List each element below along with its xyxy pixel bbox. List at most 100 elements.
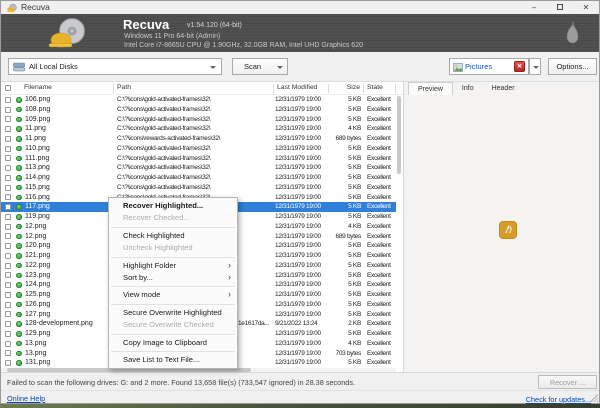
modified-cell: 12/31/1979 19:00 — [275, 183, 321, 193]
table-row[interactable]: 109.pngC:\?\icons\gold-activated-frames\… — [1, 115, 396, 125]
row-checkbox[interactable] — [5, 194, 11, 200]
row-checkbox[interactable] — [5, 136, 11, 142]
row-checkbox[interactable] — [5, 311, 11, 317]
row-checkbox[interactable] — [5, 350, 11, 356]
menu-item-copy-image-to-clipboard[interactable]: Copy Image to Clipboard — [109, 337, 237, 349]
maximize-button[interactable] — [551, 1, 569, 14]
column-resize-handle[interactable] — [113, 84, 114, 93]
menu-item-label: Recover Highlighted... — [123, 201, 203, 210]
drive-selector[interactable]: All Local Disks — [8, 58, 222, 75]
modified-cell: 12/31/1979 19:00 — [275, 271, 321, 281]
column-resize-handle[interactable] — [273, 84, 274, 93]
minimize-button[interactable]: – — [525, 1, 543, 14]
row-checkbox[interactable] — [5, 292, 11, 298]
row-checkbox[interactable] — [5, 165, 11, 171]
table-row[interactable]: 106.pngC:\?\icons\gold-activated-frames\… — [1, 95, 396, 105]
tab-header[interactable]: Header — [483, 82, 524, 95]
clear-filter-button[interactable]: ✕ — [514, 61, 525, 72]
column-header-state[interactable]: State — [367, 84, 383, 91]
options-button[interactable]: Options... — [548, 58, 597, 75]
vertical-scrollbar[interactable] — [397, 96, 401, 174]
menu-item-check-highlighted[interactable]: Check Highlighted — [109, 230, 237, 242]
menu-item-save-list-to-text-file[interactable]: Save List to Text File... — [109, 354, 237, 366]
column-resize-handle[interactable] — [395, 84, 396, 93]
row-checkbox[interactable] — [5, 360, 11, 366]
row-checkbox[interactable] — [5, 175, 11, 181]
column-resize-handle[interactable] — [328, 84, 329, 93]
table-row[interactable]: 110.pngC:\?\icons\gold-activated-frames\… — [1, 144, 396, 154]
size-cell: 5 KB — [315, 329, 361, 339]
column-header-filename[interactable]: Filename — [24, 84, 52, 91]
column-resize-handle[interactable] — [363, 84, 364, 93]
row-checkbox[interactable] — [5, 243, 11, 249]
state-cell: Excellent — [367, 232, 394, 242]
row-checkbox[interactable] — [5, 224, 11, 230]
row-checkbox[interactable] — [5, 116, 11, 122]
titlebar[interactable]: Recuva – ✕ — [1, 1, 599, 14]
row-checkbox[interactable] — [5, 233, 11, 239]
menu-item-view-mode[interactable]: View mode› — [109, 289, 237, 301]
row-checkbox[interactable] — [5, 321, 11, 327]
modified-cell: 12/31/1979 19:00 — [275, 251, 321, 261]
table-row[interactable]: 114.pngC:\?\icons\gold-activated-frames\… — [1, 173, 396, 183]
row-checkbox[interactable] — [5, 272, 11, 278]
filter-dropdown-button[interactable] — [529, 58, 541, 75]
status-dot-icon — [16, 312, 22, 318]
state-cell: Excellent — [367, 124, 394, 134]
modified-cell: 12/31/1979 19:00 — [275, 232, 321, 242]
column-header-path[interactable]: Path — [117, 84, 131, 91]
table-row[interactable]: 113.pngC:\?\icons\gold-activated-frames\… — [1, 163, 396, 173]
column-header-modified[interactable]: Last Modified — [277, 84, 317, 91]
row-checkbox[interactable] — [5, 185, 11, 191]
row-checkbox[interactable] — [5, 341, 11, 347]
modified-cell: 12/31/1979 19:00 — [275, 124, 321, 134]
menu-item-highlight-folder[interactable]: Highlight Folder› — [109, 260, 237, 272]
scan-button[interactable]: Scan — [232, 58, 273, 75]
modified-cell: 12/31/1979 19:00 — [275, 329, 321, 339]
filename-cell: 106.png — [25, 95, 50, 105]
column-header-size[interactable]: Size — [331, 84, 360, 91]
row-checkbox[interactable] — [5, 331, 11, 337]
row-checkbox[interactable] — [5, 253, 11, 259]
filename-cell: 131.png — [25, 358, 50, 368]
online-help-link[interactable]: Online Help — [7, 394, 45, 403]
filetype-filter[interactable]: Pictures ✕ — [449, 58, 529, 75]
close-button[interactable]: ✕ — [577, 1, 595, 14]
table-row[interactable]: 108.pngC:\?\icons\gold-activated-frames\… — [1, 105, 396, 115]
check-updates-link[interactable]: Check for updates... — [526, 395, 591, 404]
row-checkbox[interactable] — [5, 107, 11, 113]
state-cell: Excellent — [367, 173, 394, 183]
toolbar: All Local Disks Scan Pictures ✕ Options.… — [1, 52, 599, 82]
recover-button[interactable]: Recover ... — [538, 375, 597, 389]
row-checkbox[interactable] — [5, 263, 11, 269]
row-checkbox[interactable] — [5, 97, 11, 103]
tab-info[interactable]: Info — [453, 82, 483, 95]
menu-item-sort-by[interactable]: Sort by...› — [109, 272, 237, 284]
size-cell: 5 KB — [315, 271, 361, 281]
scan-dropdown-button[interactable] — [272, 58, 288, 75]
table-row[interactable]: 11.pngC:\?\icons\gold-activated-frames\3… — [1, 124, 396, 134]
row-checkbox[interactable] — [5, 146, 11, 152]
table-row[interactable]: 11.pngC:\?\icons\rewards-activated-frame… — [1, 134, 396, 144]
table-row[interactable]: 111.pngC:\?\icons\gold-activated-frames\… — [1, 154, 396, 164]
table-row[interactable]: 115.pngC:\?\icons\gold-activated-frames\… — [1, 183, 396, 193]
row-checkbox[interactable] — [5, 126, 11, 132]
row-checkbox[interactable] — [5, 155, 11, 161]
size-cell: 2 KB — [315, 319, 361, 329]
tab-preview[interactable]: Preview — [408, 82, 453, 95]
menu-item-label: View mode — [123, 290, 160, 299]
path-cell: C:\?\icons\rewards-activated-frames\32\ — [117, 134, 239, 144]
menu-separator — [111, 351, 235, 352]
drive-selector-value: All Local Disks — [29, 62, 78, 71]
menu-item-recover-highlighted[interactable]: Recover Highlighted... — [109, 200, 237, 212]
row-checkbox[interactable] — [5, 282, 11, 288]
size-cell: 5 KB — [315, 280, 361, 290]
row-checkbox[interactable] — [5, 204, 11, 210]
select-all-checkbox[interactable] — [5, 85, 11, 91]
row-checkbox[interactable] — [5, 214, 11, 220]
status-dot-icon — [16, 302, 22, 308]
row-checkbox[interactable] — [5, 302, 11, 308]
menu-item-secure-overwrite-highlighted[interactable]: Secure Overwrite Highlighted — [109, 307, 237, 319]
menu-item-label: Save List to Text File... — [123, 355, 199, 364]
resize-grip[interactable] — [590, 394, 598, 402]
